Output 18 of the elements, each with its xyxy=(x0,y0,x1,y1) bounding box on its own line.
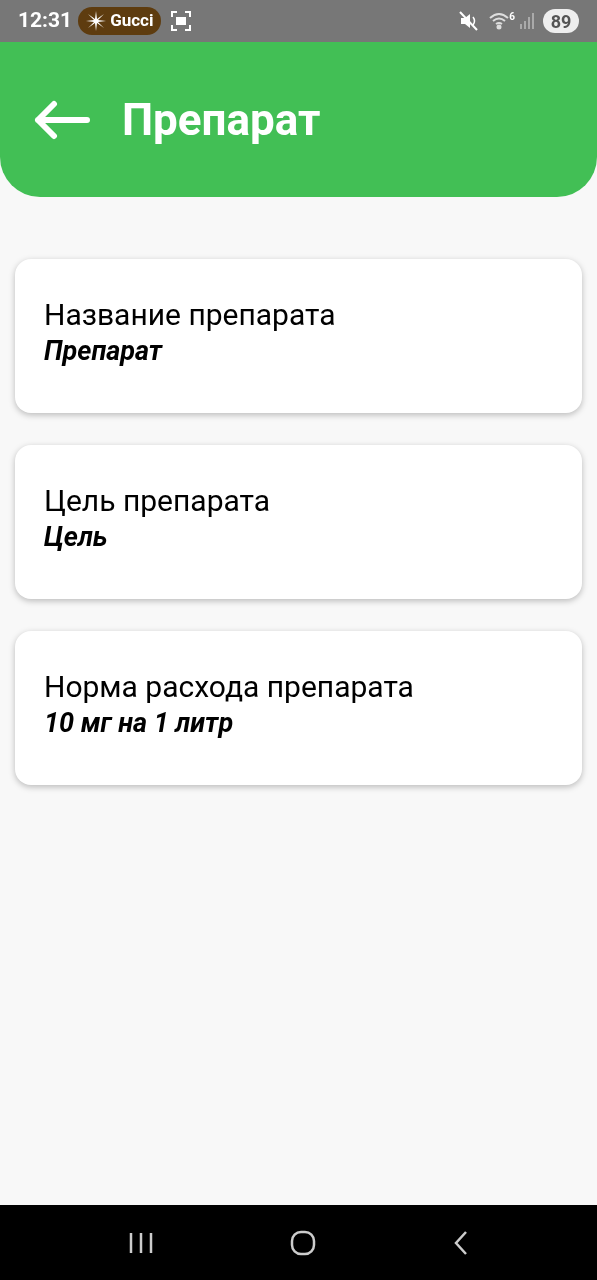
status-pill: Gucci xyxy=(78,7,162,35)
wifi-icon xyxy=(489,12,510,30)
field-label: Название препарата xyxy=(44,296,337,334)
screenshot-icon xyxy=(171,11,192,31)
wifi-generation-label: 6 xyxy=(509,12,515,22)
recent-apps-icon[interactable] xyxy=(128,1230,155,1255)
signal-icon xyxy=(519,12,535,30)
battery-indicator: 89 xyxy=(543,9,579,33)
field-label: Цель препарата xyxy=(44,482,272,520)
mute-icon xyxy=(459,11,480,31)
status-time: 12:31 xyxy=(18,7,73,35)
back-icon[interactable] xyxy=(452,1229,469,1256)
field-value: 10 мг на 1 литр xyxy=(44,706,235,740)
screen-title: Препарат xyxy=(122,92,321,148)
home-icon[interactable] xyxy=(290,1229,317,1256)
field-value: Цель xyxy=(44,520,109,554)
field-value: Препарат xyxy=(44,334,164,368)
field-label: Норма расхода препарата xyxy=(44,668,415,706)
